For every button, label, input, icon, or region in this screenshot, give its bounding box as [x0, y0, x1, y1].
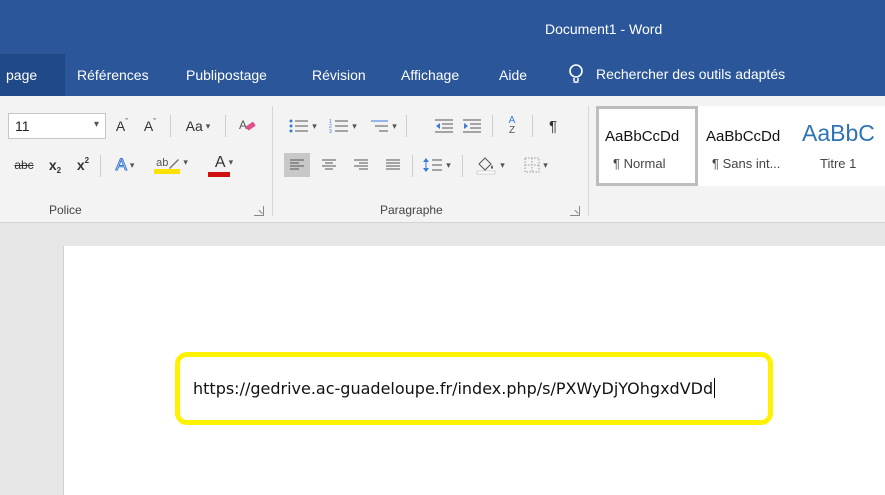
superscript-button[interactable]: x2	[72, 153, 94, 177]
chevron-down-icon: ▾	[500, 159, 505, 170]
numbered-list-icon: 123	[329, 119, 349, 134]
shrink-font-button[interactable]: Aˇ	[140, 115, 160, 137]
text-cursor	[714, 378, 716, 398]
chevron-down-icon: ▾	[129, 159, 135, 170]
bullets-button[interactable]: ▾	[286, 115, 320, 137]
borders-icon	[524, 157, 540, 173]
group-label-font: Police	[49, 203, 82, 217]
paragraph-dialog-launcher-icon[interactable]	[570, 206, 580, 216]
justify-button[interactable]	[380, 153, 406, 177]
line-spacing-icon	[423, 158, 443, 172]
font-size-combobox[interactable]: 11 ▾	[8, 113, 106, 139]
tab-view[interactable]: Affichage	[401, 67, 459, 83]
style-name: Titre 1	[820, 156, 857, 171]
style-sample: AaBbC	[802, 120, 875, 146]
svg-text:3: 3	[329, 129, 332, 134]
borders-button[interactable]: ▾	[516, 153, 556, 177]
paint-bucket-icon	[476, 157, 496, 175]
ribbon: 11 ▾ Aˆ Aˇ Aa ▾ A abc x2 x2 A ▾ ab ▾ A ▾…	[0, 96, 885, 223]
numbering-button[interactable]: 123 ▾	[326, 115, 360, 137]
chevron-down-icon: ▾	[228, 157, 234, 167]
ribbon-tab-bar: page Références Publipostage Révision Af…	[0, 54, 885, 96]
tab-references[interactable]: Références	[77, 67, 149, 83]
clear-formatting-button[interactable]: A	[236, 114, 258, 138]
chevron-down-icon: ▾	[392, 120, 397, 131]
change-case-button[interactable]: Aa ▾	[180, 115, 216, 137]
align-center-button[interactable]	[316, 153, 342, 177]
caret-down-icon: ˇ	[153, 117, 157, 127]
styles-gallery: AaBbCcDd ¶ Normal AaBbCcDd ¶ Sans int...…	[596, 106, 885, 186]
chevron-down-icon: ▾	[183, 157, 188, 167]
line-spacing-button[interactable]: ▾	[420, 153, 454, 177]
search-label: Rechercher des outils adaptés	[596, 66, 786, 82]
title-bar: Document1 - Word	[0, 0, 885, 54]
chevron-down-icon: ▾	[352, 120, 357, 131]
group-separator	[272, 106, 273, 216]
sort-button[interactable]: A Z	[500, 113, 524, 139]
font-color-swatch	[208, 171, 230, 177]
highlighter-icon	[169, 158, 180, 169]
separator	[225, 115, 226, 137]
style-heading-1[interactable]: AaBbC Titre 1	[802, 106, 885, 186]
separator	[406, 115, 407, 137]
document-text[interactable]: https://gedrive.ac-guadeloupe.fr/index.p…	[193, 378, 716, 398]
justify-icon	[386, 159, 400, 170]
chevron-down-icon: ▾	[312, 120, 317, 131]
subscript-button[interactable]: x2	[44, 153, 66, 177]
separator	[100, 155, 101, 177]
shading-button[interactable]: ▾	[470, 151, 510, 179]
separator	[492, 115, 493, 137]
url-text: https://gedrive.ac-guadeloupe.fr/index.p…	[193, 379, 714, 398]
tab-page-layout[interactable]: page	[0, 54, 65, 96]
group-label-paragraph: Paragraphe	[380, 203, 443, 217]
align-left-icon	[290, 159, 304, 170]
window-title: Document1 - Word	[545, 21, 663, 37]
chevron-down-icon: ▾	[205, 120, 211, 131]
tab-help[interactable]: Aide	[499, 67, 527, 83]
text-effects-button[interactable]: A ▾	[108, 153, 142, 177]
bullet-list-icon	[289, 119, 309, 133]
style-normal[interactable]: AaBbCcDd ¶ Normal	[596, 106, 698, 186]
increase-indent-icon	[463, 119, 481, 133]
highlight-color-swatch	[154, 168, 180, 174]
style-sample: AaBbCcDd	[605, 128, 680, 145]
chevron-down-icon: ▾	[543, 159, 548, 170]
decrease-indent-button[interactable]	[432, 115, 456, 137]
tell-me-search[interactable]: Rechercher des outils adaptés	[568, 64, 785, 84]
font-color-button[interactable]: A ▾	[202, 151, 246, 179]
eraser-icon: A	[239, 118, 256, 132]
chevron-down-icon[interactable]: ▾	[94, 119, 99, 130]
align-center-icon	[322, 159, 336, 170]
svg-text:A: A	[239, 118, 247, 132]
decrease-indent-icon	[435, 119, 453, 133]
font-size-value: 11	[15, 118, 30, 134]
highlight-color-button[interactable]: ab ▾	[150, 151, 194, 179]
group-separator	[588, 106, 589, 216]
align-left-button[interactable]	[284, 153, 310, 177]
show-formatting-marks-button[interactable]: ¶	[540, 115, 566, 137]
style-name: ¶ Sans int...	[712, 156, 781, 171]
tab-mailings[interactable]: Publipostage	[186, 67, 267, 83]
lightbulb-icon	[569, 64, 583, 83]
separator	[462, 155, 463, 177]
strikethrough-button[interactable]: abc	[8, 153, 40, 177]
multilevel-list-icon	[371, 120, 389, 132]
align-right-button[interactable]	[348, 153, 374, 177]
style-sample: AaBbCcDd	[706, 128, 781, 145]
style-name: ¶ Normal	[613, 156, 666, 171]
increase-indent-button[interactable]	[460, 115, 484, 137]
separator	[412, 155, 413, 177]
font-dialog-launcher-icon[interactable]	[254, 206, 264, 216]
align-right-icon	[354, 159, 368, 170]
tab-review[interactable]: Révision	[312, 67, 366, 83]
separator	[532, 115, 533, 137]
multilevel-list-button[interactable]: ▾	[366, 115, 400, 137]
chevron-down-icon: ▾	[446, 159, 451, 170]
separator	[170, 115, 171, 137]
style-no-spacing[interactable]: AaBbCcDd ¶ Sans int...	[700, 106, 802, 186]
caret-up-icon: ˆ	[125, 117, 129, 127]
grow-font-button[interactable]: Aˆ	[112, 115, 132, 137]
